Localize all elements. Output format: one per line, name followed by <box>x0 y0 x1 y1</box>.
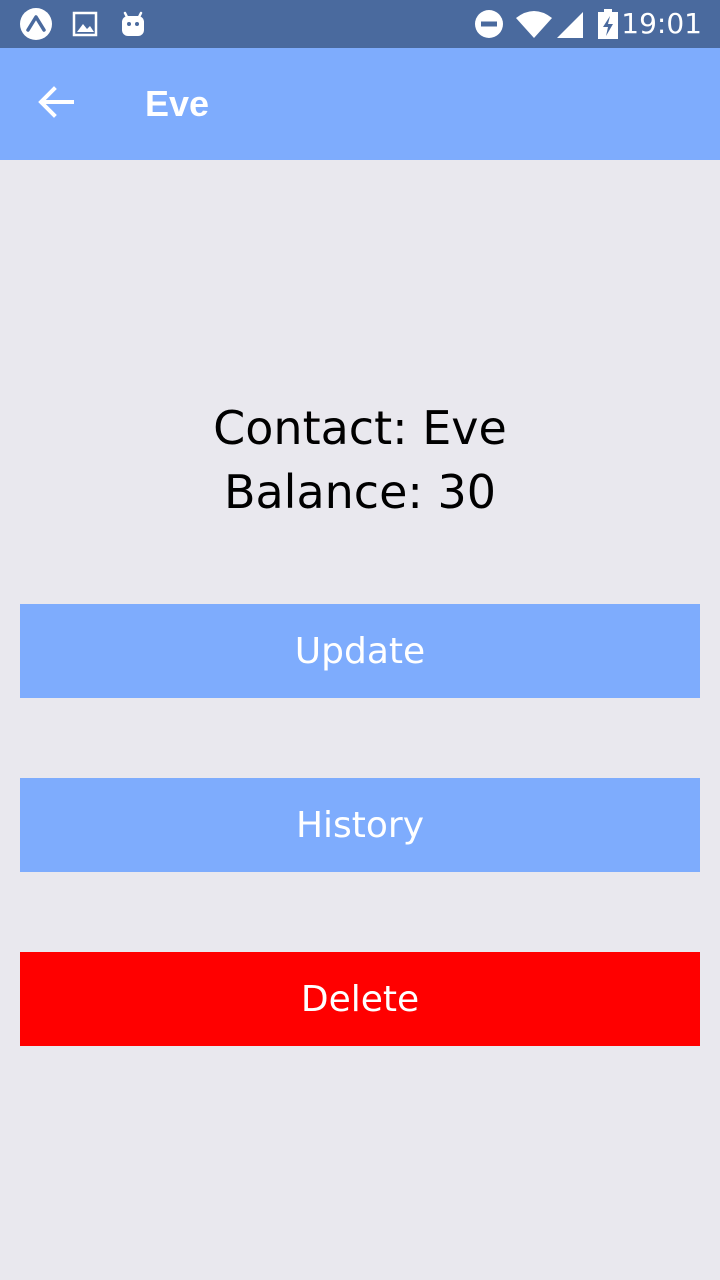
page-title: Eve <box>145 83 210 124</box>
battery-charging-icon <box>596 0 620 48</box>
balance-text: Balance: 30 <box>223 465 497 519</box>
android-icon <box>118 0 148 48</box>
arrow-back-icon <box>38 85 74 123</box>
image-icon <box>70 0 100 48</box>
status-bar: 19:01 <box>0 0 720 48</box>
expo-icon <box>18 0 54 48</box>
status-time: 19:01 <box>621 7 702 40</box>
cell-signal-icon <box>554 0 584 48</box>
delete-button[interactable]: Delete <box>20 952 700 1046</box>
contact-info: Contact: Eve Balance: 30 <box>0 396 720 524</box>
wifi-icon <box>516 0 552 48</box>
do-not-disturb-icon <box>474 0 504 48</box>
back-button[interactable] <box>24 76 88 132</box>
app-bar: Eve <box>0 48 720 160</box>
update-button[interactable]: Update <box>20 604 700 698</box>
history-button[interactable]: History <box>20 778 700 872</box>
contact-name-text: Contact: Eve <box>213 401 507 455</box>
